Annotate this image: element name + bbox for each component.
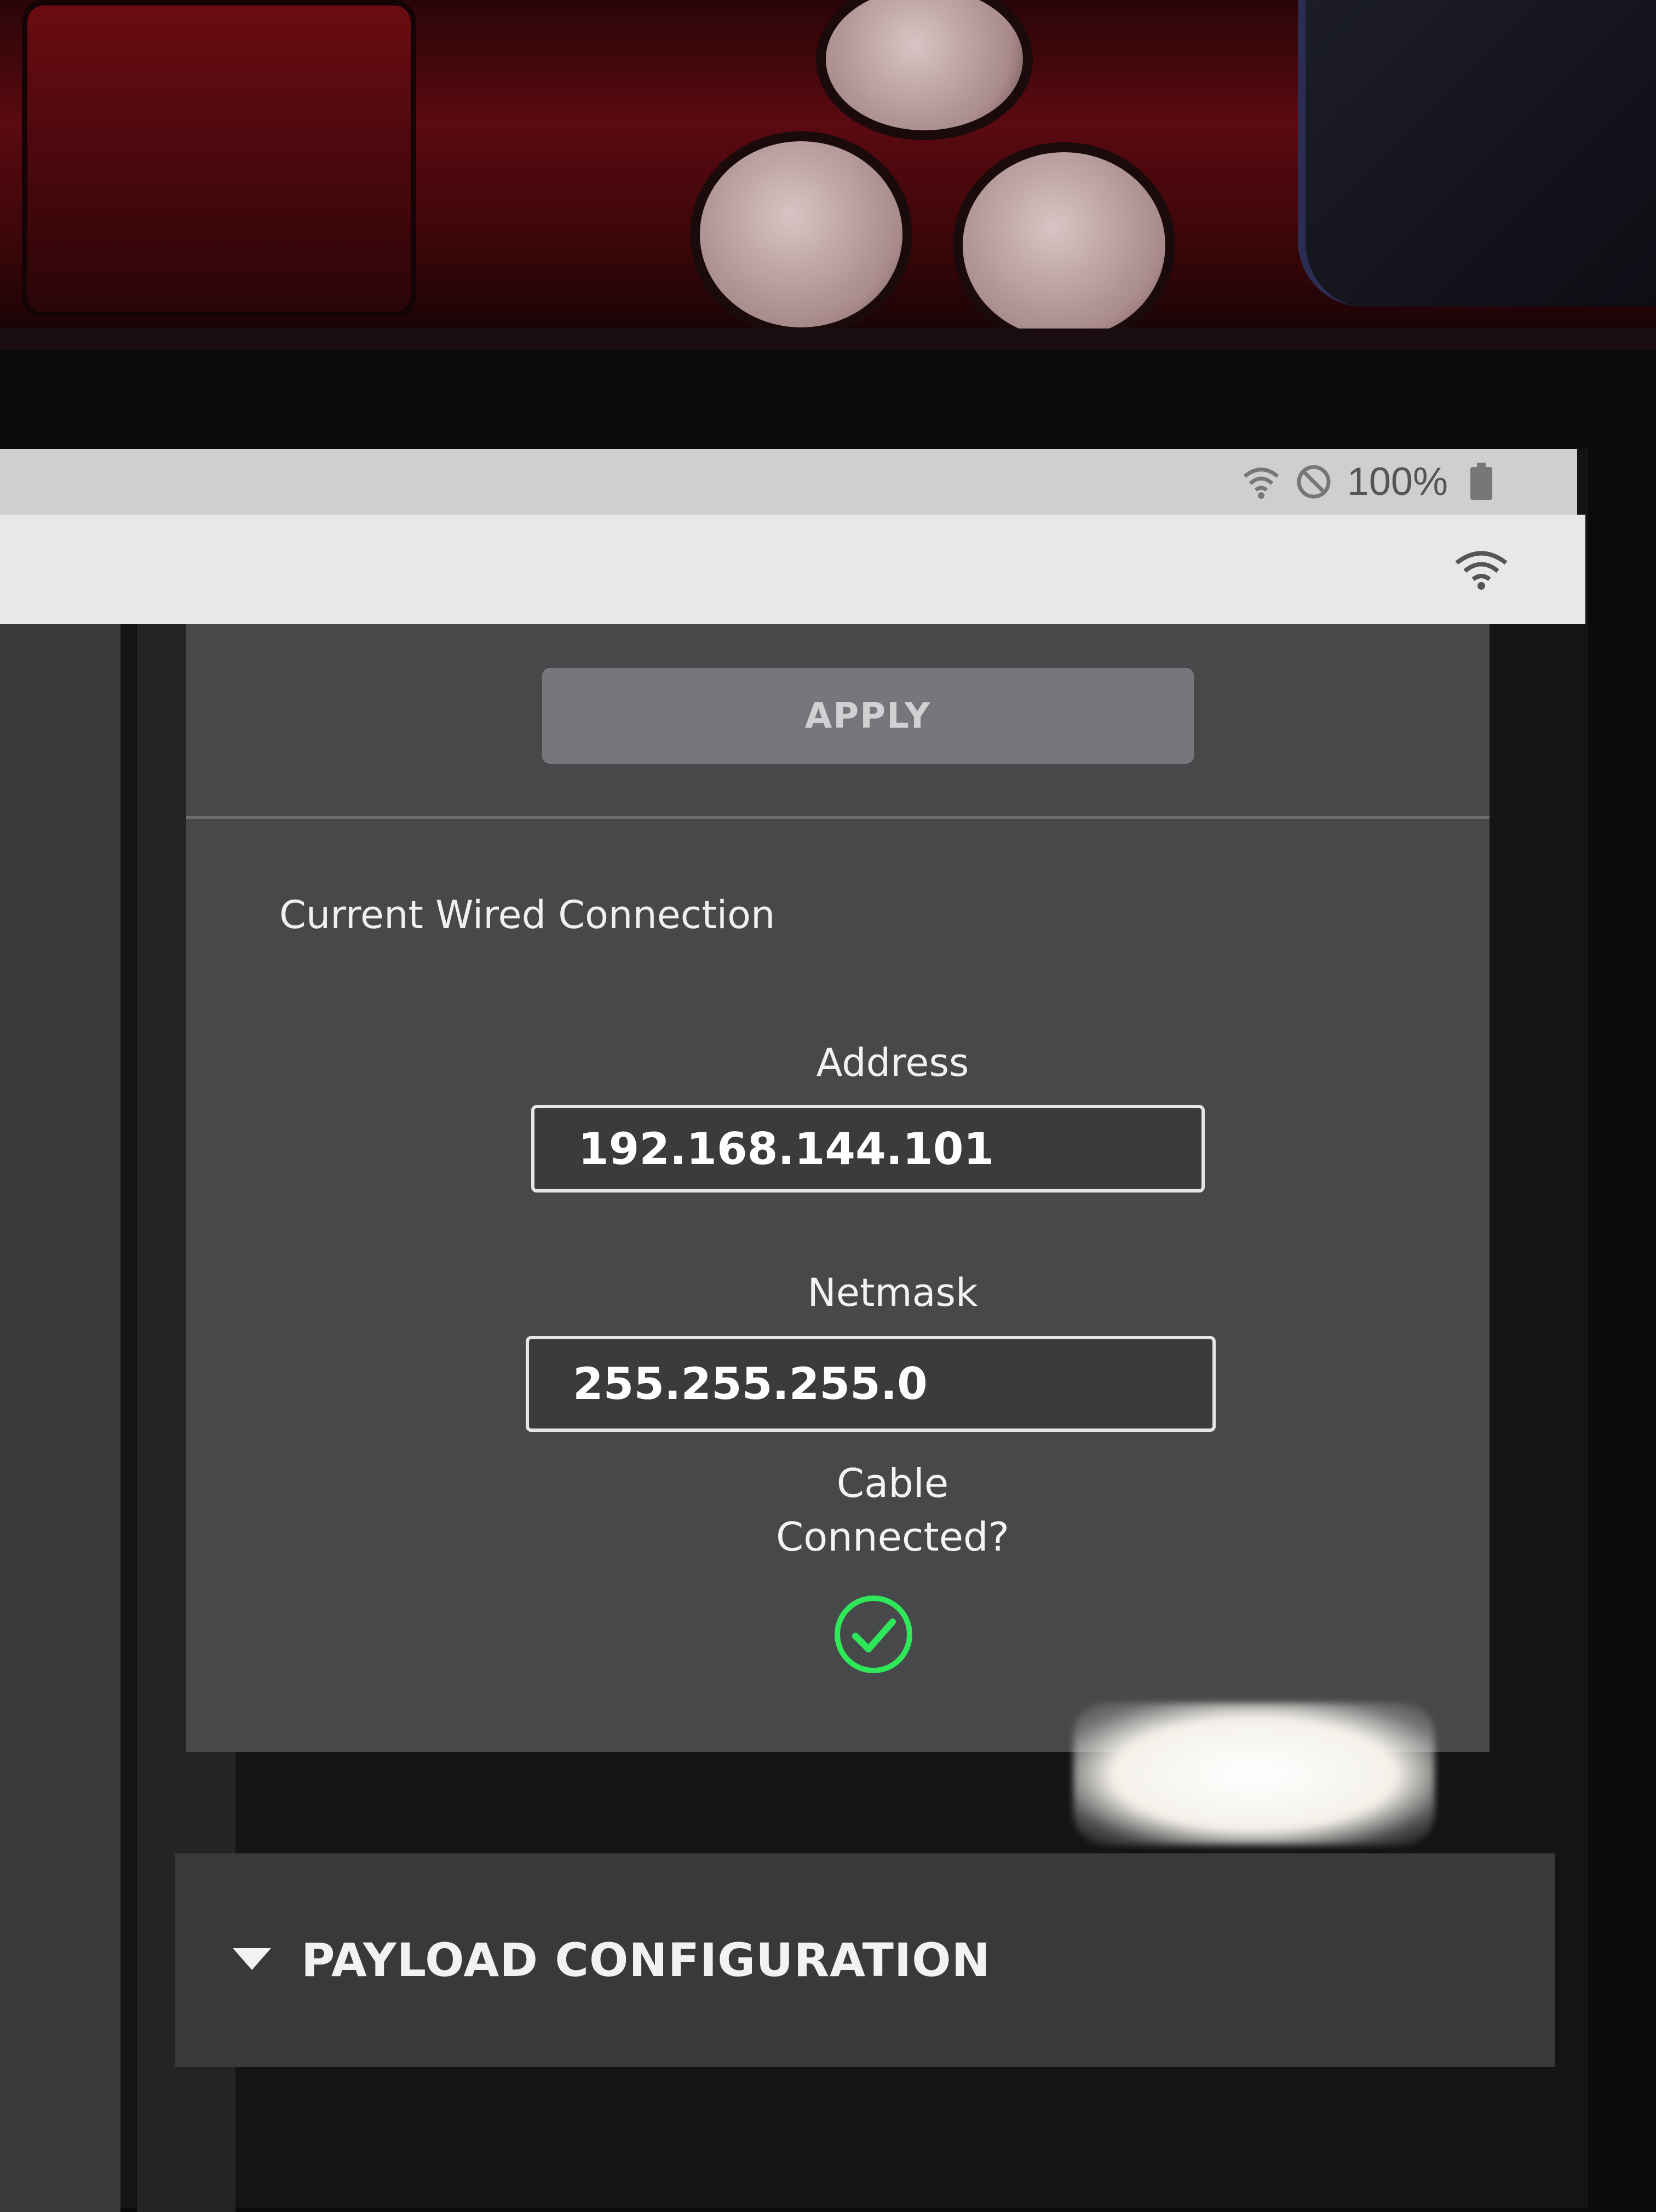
address-label: Address [816,1040,969,1085]
apply-section: APPLY [186,624,1490,819]
payload-configuration-label: PAYLOAD CONFIGURATION [301,1933,991,1987]
netmask-field[interactable]: 255.255.255.0 [526,1336,1216,1432]
check-circle-icon [832,1593,915,1675]
payload-configuration-header[interactable]: PAYLOAD CONFIGURATION [175,1853,1555,2067]
wifi-signal-icon [1242,463,1280,501]
title-bar [0,515,1585,624]
hardware-right-housing [1298,0,1656,307]
cable-label-line2: Connected? [776,1514,1009,1560]
hardware-button-right [953,142,1175,348]
netmask-label: Netmask [807,1270,978,1315]
triangle-down-icon [230,1945,274,1975]
device-screen: 100% APPLY Current Wired Connection Addr… [0,449,1588,2212]
hardware-button-top [816,0,1033,140]
status-bar: 100% [0,449,1577,515]
apply-button[interactable]: APPLY [542,668,1194,764]
wifi-icon[interactable] [1454,546,1509,592]
do-not-disturb-icon [1295,463,1333,501]
cable-connected-label: Cable Connected? [241,1456,1544,1564]
cable-label-line1: Cable [836,1460,949,1506]
hardware-background [0,0,1656,350]
bezel-edge [0,329,1656,350]
address-field[interactable]: 192.168.144.101 [531,1105,1205,1193]
battery-percentage: 100% [1347,460,1448,504]
hardware-switch [22,0,416,318]
wired-connection-panel: APPLY Current Wired Connection Address 1… [186,624,1490,1752]
hardware-button-left [690,131,912,337]
section-title: Current Wired Connection [279,892,775,937]
screen-glare [1073,1703,1435,1845]
battery-icon [1462,463,1500,501]
side-panel [0,624,120,2212]
